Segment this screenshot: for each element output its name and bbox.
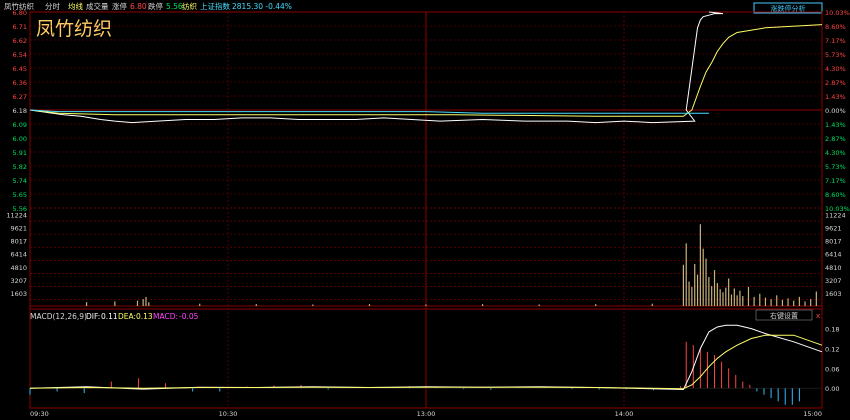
price-tick: 6.18 <box>13 107 27 115</box>
price-tick: 5.74 <box>13 177 27 185</box>
up-limit-label: 涨停 <box>112 1 127 11</box>
time-axis: 09:30 10:30 13:00 14:00 15:00 <box>30 410 822 418</box>
percent-tick: 4.30% <box>825 149 846 157</box>
volume-tick-right: 11224 <box>825 212 846 220</box>
down-limit-label: 跌停 <box>148 1 163 11</box>
chart-canvas[interactable]: 凤竹纺织 分时 均线 成交量 涨停 6.80 跌停 5.56 纺织 上证指数 2… <box>0 0 850 420</box>
index-label: 上证指数 <box>200 1 230 11</box>
volume-tick-right: 6414 <box>825 251 842 259</box>
dea-label: DEA: <box>118 312 136 321</box>
volume-tick: 11224 <box>6 212 27 220</box>
volume-tick: 4810 <box>10 264 27 272</box>
percent-tick: 8.60% <box>825 23 846 31</box>
macd-title: MACD(12,26,9) <box>30 312 87 321</box>
macd-value: -0.05 <box>179 312 199 321</box>
volume-bars <box>85 224 817 306</box>
grid-lines <box>29 11 823 409</box>
percent-tick: 7.17% <box>825 37 846 45</box>
time-tick: 14:00 <box>615 410 634 418</box>
percent-tick: 8.60% <box>825 191 846 199</box>
dif-value: 0.11 <box>101 312 118 321</box>
right-click-settings-button[interactable]: 右键设置 <box>755 309 813 321</box>
time-tick: 10:30 <box>219 410 238 418</box>
up-limit-value: 6.80 <box>130 2 147 11</box>
price-tick: 5.82 <box>13 163 27 171</box>
chart-header: 凤竹纺织 分时 均线 成交量 涨停 6.80 跌停 5.56 纺织 上证指数 2… <box>4 1 292 11</box>
view-label: 分时 <box>45 1 60 11</box>
percent-tick: 10.03% <box>825 9 850 17</box>
percent-tick: 5.73% <box>825 51 846 59</box>
dif-label: DIF: <box>86 312 100 321</box>
percent-axis: 10.03% 8.60% 7.17% 5.73% 4.30% 2.87% 1.43% 0.00… <box>825 9 850 213</box>
right-click-settings-label: 右键设置 <box>770 311 798 320</box>
volume-label: 成交量 <box>86 1 109 11</box>
macd-tick: 0.12 <box>825 345 839 353</box>
percent-tick: 5.73% <box>825 163 846 171</box>
volume-tick: 3207 <box>10 277 27 285</box>
volume-tick-right: 1603 <box>825 290 842 298</box>
price-axis: 6.80 6.71 6.62 6.54 6.45 6.36 6.27 6.18 6.09 6.00… <box>13 9 27 213</box>
time-tick: 15:00 <box>803 410 822 418</box>
macd-label: MACD: <box>153 312 178 321</box>
close-icon[interactable]: x <box>816 312 820 320</box>
volume-tick-right: 3207 <box>825 277 842 285</box>
dea-value: 0.13 <box>136 312 153 321</box>
down-limit-value: 5.56 <box>166 2 183 11</box>
price-tick: 6.45 <box>13 65 27 73</box>
macd-tick: 0.06 <box>825 365 839 373</box>
intraday-chart-window: 凤竹纺织 分时 均线 成交量 涨停 6.80 跌停 5.56 纺织 上证指数 2… <box>0 0 850 420</box>
price-tick: 6.27 <box>13 93 27 101</box>
time-tick: 09:30 <box>30 410 49 418</box>
macd-tick: 0.18 <box>825 326 839 334</box>
volume-tick: 1603 <box>10 290 27 298</box>
volume-tick: 6414 <box>10 251 27 259</box>
price-tick: 5.91 <box>13 149 27 157</box>
macd-tick: 0.00 <box>825 385 839 393</box>
percent-tick: 0.00% <box>825 107 846 115</box>
macd-header: MACD(12,26,9) DIF: 0.11 DEA: 0.13 MACD: … <box>30 312 199 321</box>
percent-tick: 2.87% <box>825 135 846 143</box>
time-tick: 13:00 <box>417 410 436 418</box>
volume-tick: 9621 <box>10 225 27 233</box>
price-tick: 6.71 <box>13 23 27 31</box>
volume-tick-right: 8017 <box>825 238 842 246</box>
volume-tick: 8017 <box>10 238 27 246</box>
price-tick: 6.54 <box>13 51 27 59</box>
price-tick: 6.36 <box>13 79 27 87</box>
avg-label: 均线 <box>68 1 83 11</box>
price-line <box>29 11 724 124</box>
volume-axis-right: 11224 9621 8017 6414 4810 3207 1603 <box>825 212 846 298</box>
percent-tick: 7.17% <box>825 177 846 185</box>
watermark-title: 凤竹纺织 <box>36 18 112 40</box>
percent-tick: 2.87% <box>825 79 846 87</box>
price-tick: 6.00 <box>13 135 27 143</box>
volume-axis: 11224 9621 8017 6414 4810 3207 1603 <box>6 212 27 298</box>
percent-tick: 1.43% <box>825 93 846 101</box>
percent-tick: 1.43% <box>825 121 846 129</box>
price-tick: 6.09 <box>13 121 27 129</box>
volume-tick-right: 9621 <box>825 225 842 233</box>
macd-axis: 0.18 0.12 0.06 0.00 <box>825 326 839 394</box>
volume-tick-right: 4810 <box>825 264 842 272</box>
industry-label: 纺织 <box>182 1 197 11</box>
index-value: 2815.30 -0.44% <box>232 2 292 11</box>
price-tick: 5.65 <box>13 191 27 199</box>
price-tick: 6.80 <box>13 9 27 17</box>
price-tick: 6.62 <box>13 37 27 45</box>
percent-tick: 4.30% <box>825 65 846 73</box>
